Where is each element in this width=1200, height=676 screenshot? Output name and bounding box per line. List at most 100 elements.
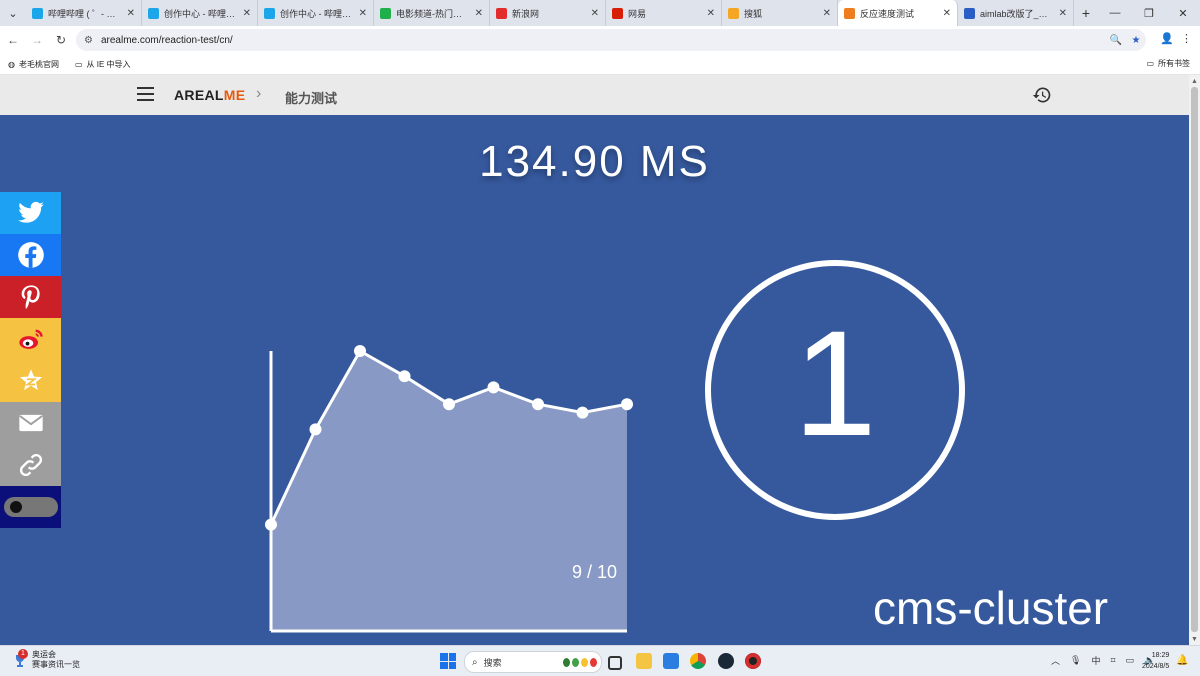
steam-icon[interactable]: [718, 653, 734, 669]
notification-bell-icon[interactable]: 🔔: [1176, 655, 1188, 666]
maximize-icon[interactable]: ❐: [1132, 0, 1166, 26]
reaction-test-area[interactable]: 134.90 MS 1 9 / 10 cms-cluster: [0, 115, 1189, 645]
browser-tab[interactable]: 电影频道-热门好看电 ✕: [374, 0, 490, 26]
browser-tab[interactable]: 创作中心 - 哔哩哔哩 ✕: [258, 0, 374, 26]
browser-tab[interactable]: 反应速度测试 ✕: [838, 0, 958, 26]
tab-close-icon[interactable]: ✕: [823, 8, 831, 19]
weibo-eye-icon: [496, 7, 507, 19]
countdown-number: 1: [793, 299, 877, 467]
clock[interactable]: 18:29 2024/8/5: [1142, 650, 1169, 672]
site-header: AREALME › 能力测试: [0, 75, 1189, 115]
netease-icon: [612, 7, 623, 19]
tab-close-icon[interactable]: ✕: [475, 8, 483, 19]
search-placeholder: 搜索: [483, 657, 502, 668]
share-twitter-button[interactable]: [0, 192, 61, 234]
microsoft-store-icon[interactable]: [663, 653, 679, 669]
widgets-news[interactable]: 1 奥运会 赛事资讯一览: [12, 649, 80, 670]
profile-icon[interactable]: 👤: [1160, 32, 1174, 45]
tab-strip: ⌄ 哔哩哔哩 ( ゜- ゜)つロ✕创作中心 - 哔哩哔哩✕创作中心 - 哔哩哔哩…: [0, 0, 1200, 26]
bilibili-icon: [264, 7, 275, 19]
brand-main: AREAL: [174, 87, 224, 103]
site-settings-icon[interactable]: ⚙: [84, 35, 93, 46]
scroll-down-icon[interactable]: ▼: [1191, 636, 1198, 643]
forward-icon[interactable]: →: [26, 29, 48, 51]
taskbar-search[interactable]: ⌕ 搜索: [464, 651, 602, 673]
breadcrumb[interactable]: 能力测试: [285, 88, 337, 107]
task-view-icon[interactable]: [608, 656, 622, 670]
browser-tab[interactable]: 网易 ✕: [606, 0, 722, 26]
tab-label: 哔哩哔哩 ( ゜- ゜)つロ: [48, 8, 123, 19]
tab-close-icon[interactable]: ✕: [1059, 8, 1067, 19]
share-link-button[interactable]: [0, 444, 61, 486]
bookmark-import-ie[interactable]: ▭ 从 IE 中导入: [75, 59, 131, 70]
tab-label: 搜狐: [744, 8, 763, 19]
link-icon: [19, 453, 42, 477]
microphone-icon[interactable]: 🎙: [1070, 655, 1081, 666]
reload-icon[interactable]: ↻: [50, 29, 72, 51]
email-icon: [18, 414, 43, 432]
chart-area-fill: [271, 351, 627, 631]
close-window-icon[interactable]: ✕: [1166, 0, 1200, 26]
tab-close-icon[interactable]: ✕: [359, 8, 367, 19]
tab-close-icon[interactable]: ✕: [591, 8, 599, 19]
bookmark-laomaotao[interactable]: ◍ 老毛桃官网: [8, 59, 59, 70]
browser-tab[interactable]: 新浪网 ✕: [490, 0, 606, 26]
chevron-up-icon[interactable]: ︿: [1051, 654, 1060, 667]
chart-point: [443, 398, 455, 411]
new-tab-button[interactable]: +: [1074, 0, 1098, 26]
browser-tab[interactable]: 哔哩哔哩 ( ゜- ゜)つロ ✕: [26, 0, 142, 26]
share-qzone-button[interactable]: [0, 360, 61, 402]
url-text[interactable]: arealme.com/reaction-test/cn/: [101, 35, 1106, 46]
browser-tab[interactable]: 创作中心 - 哔哩哔哩 ✕: [142, 0, 258, 26]
network-icon[interactable]: ▭: [1126, 655, 1135, 666]
scroll-up-icon[interactable]: ▲: [1191, 78, 1198, 85]
address-bar[interactable]: ⚙ arealme.com/reaction-test/cn/ 🔍 ★: [76, 29, 1146, 51]
file-explorer-icon[interactable]: [636, 653, 652, 669]
weibo-icon: [18, 329, 43, 349]
chart-point: [487, 381, 500, 394]
twitter-icon: [17, 201, 44, 223]
scroll-thumb[interactable]: [1191, 87, 1198, 632]
brand-accent: ME: [223, 87, 246, 103]
site-logo[interactable]: AREALME: [174, 87, 245, 103]
browser-tab[interactable]: 搜狐 ✕: [722, 0, 838, 26]
tab-close-icon[interactable]: ✕: [127, 8, 135, 19]
history-icon[interactable]: [1032, 85, 1052, 105]
dark-mode-toggle[interactable]: [3, 497, 58, 517]
page-scrollbar[interactable]: ▲ ▼: [1189, 75, 1200, 645]
all-bookmarks[interactable]: ▭ 所有书签: [1146, 58, 1190, 69]
bookmark-label: 老毛桃官网: [18, 59, 59, 69]
bookmark-star-icon[interactable]: ★: [1126, 35, 1146, 46]
tab-label: 反应速度测试: [860, 8, 915, 19]
hamburger-menu-icon[interactable]: [137, 87, 154, 101]
menu-kebab-icon[interactable]: ⋮: [1181, 32, 1192, 45]
windows-start-icon[interactable]: [440, 653, 456, 669]
tab-close-icon[interactable]: ✕: [707, 8, 715, 19]
trophy-icon: 1: [12, 649, 28, 668]
share-facebook-button[interactable]: [0, 234, 61, 276]
chrome-icon[interactable]: [690, 653, 706, 669]
tab-search-chevron-icon[interactable]: ⌄: [0, 0, 26, 26]
input-icon[interactable]: ⌗: [1110, 655, 1115, 666]
bookmark-label: 从 IE 中导入: [86, 59, 131, 69]
folder-icon: ▭: [1146, 59, 1154, 68]
tab-close-icon[interactable]: ✕: [243, 8, 251, 19]
ime-indicator[interactable]: 中: [1091, 654, 1100, 667]
back-icon[interactable]: ←: [2, 29, 24, 51]
tab-label: 电影频道-热门好看电: [396, 8, 471, 19]
zoom-icon[interactable]: 🔍: [1106, 35, 1126, 46]
tab-close-icon[interactable]: ✕: [943, 8, 951, 19]
share-sidebar: [0, 192, 61, 528]
clock-date: 2024/8/5: [1142, 663, 1170, 670]
share-weibo-button[interactable]: [0, 318, 61, 360]
chart-point: [398, 370, 411, 383]
recorder-icon[interactable]: [745, 653, 761, 669]
share-email-button[interactable]: [0, 402, 61, 444]
minimize-icon[interactable]: —: [1098, 0, 1132, 26]
share-pinterest-button[interactable]: [0, 276, 61, 318]
progress-counter: 9 / 10: [571, 562, 618, 582]
baidu-icon: [964, 7, 975, 19]
browser-tab[interactable]: aimlab改版了_百度搜 ✕: [958, 0, 1074, 26]
chart-point: [309, 423, 322, 436]
breadcrumb-chevron-icon: ›: [256, 85, 262, 102]
